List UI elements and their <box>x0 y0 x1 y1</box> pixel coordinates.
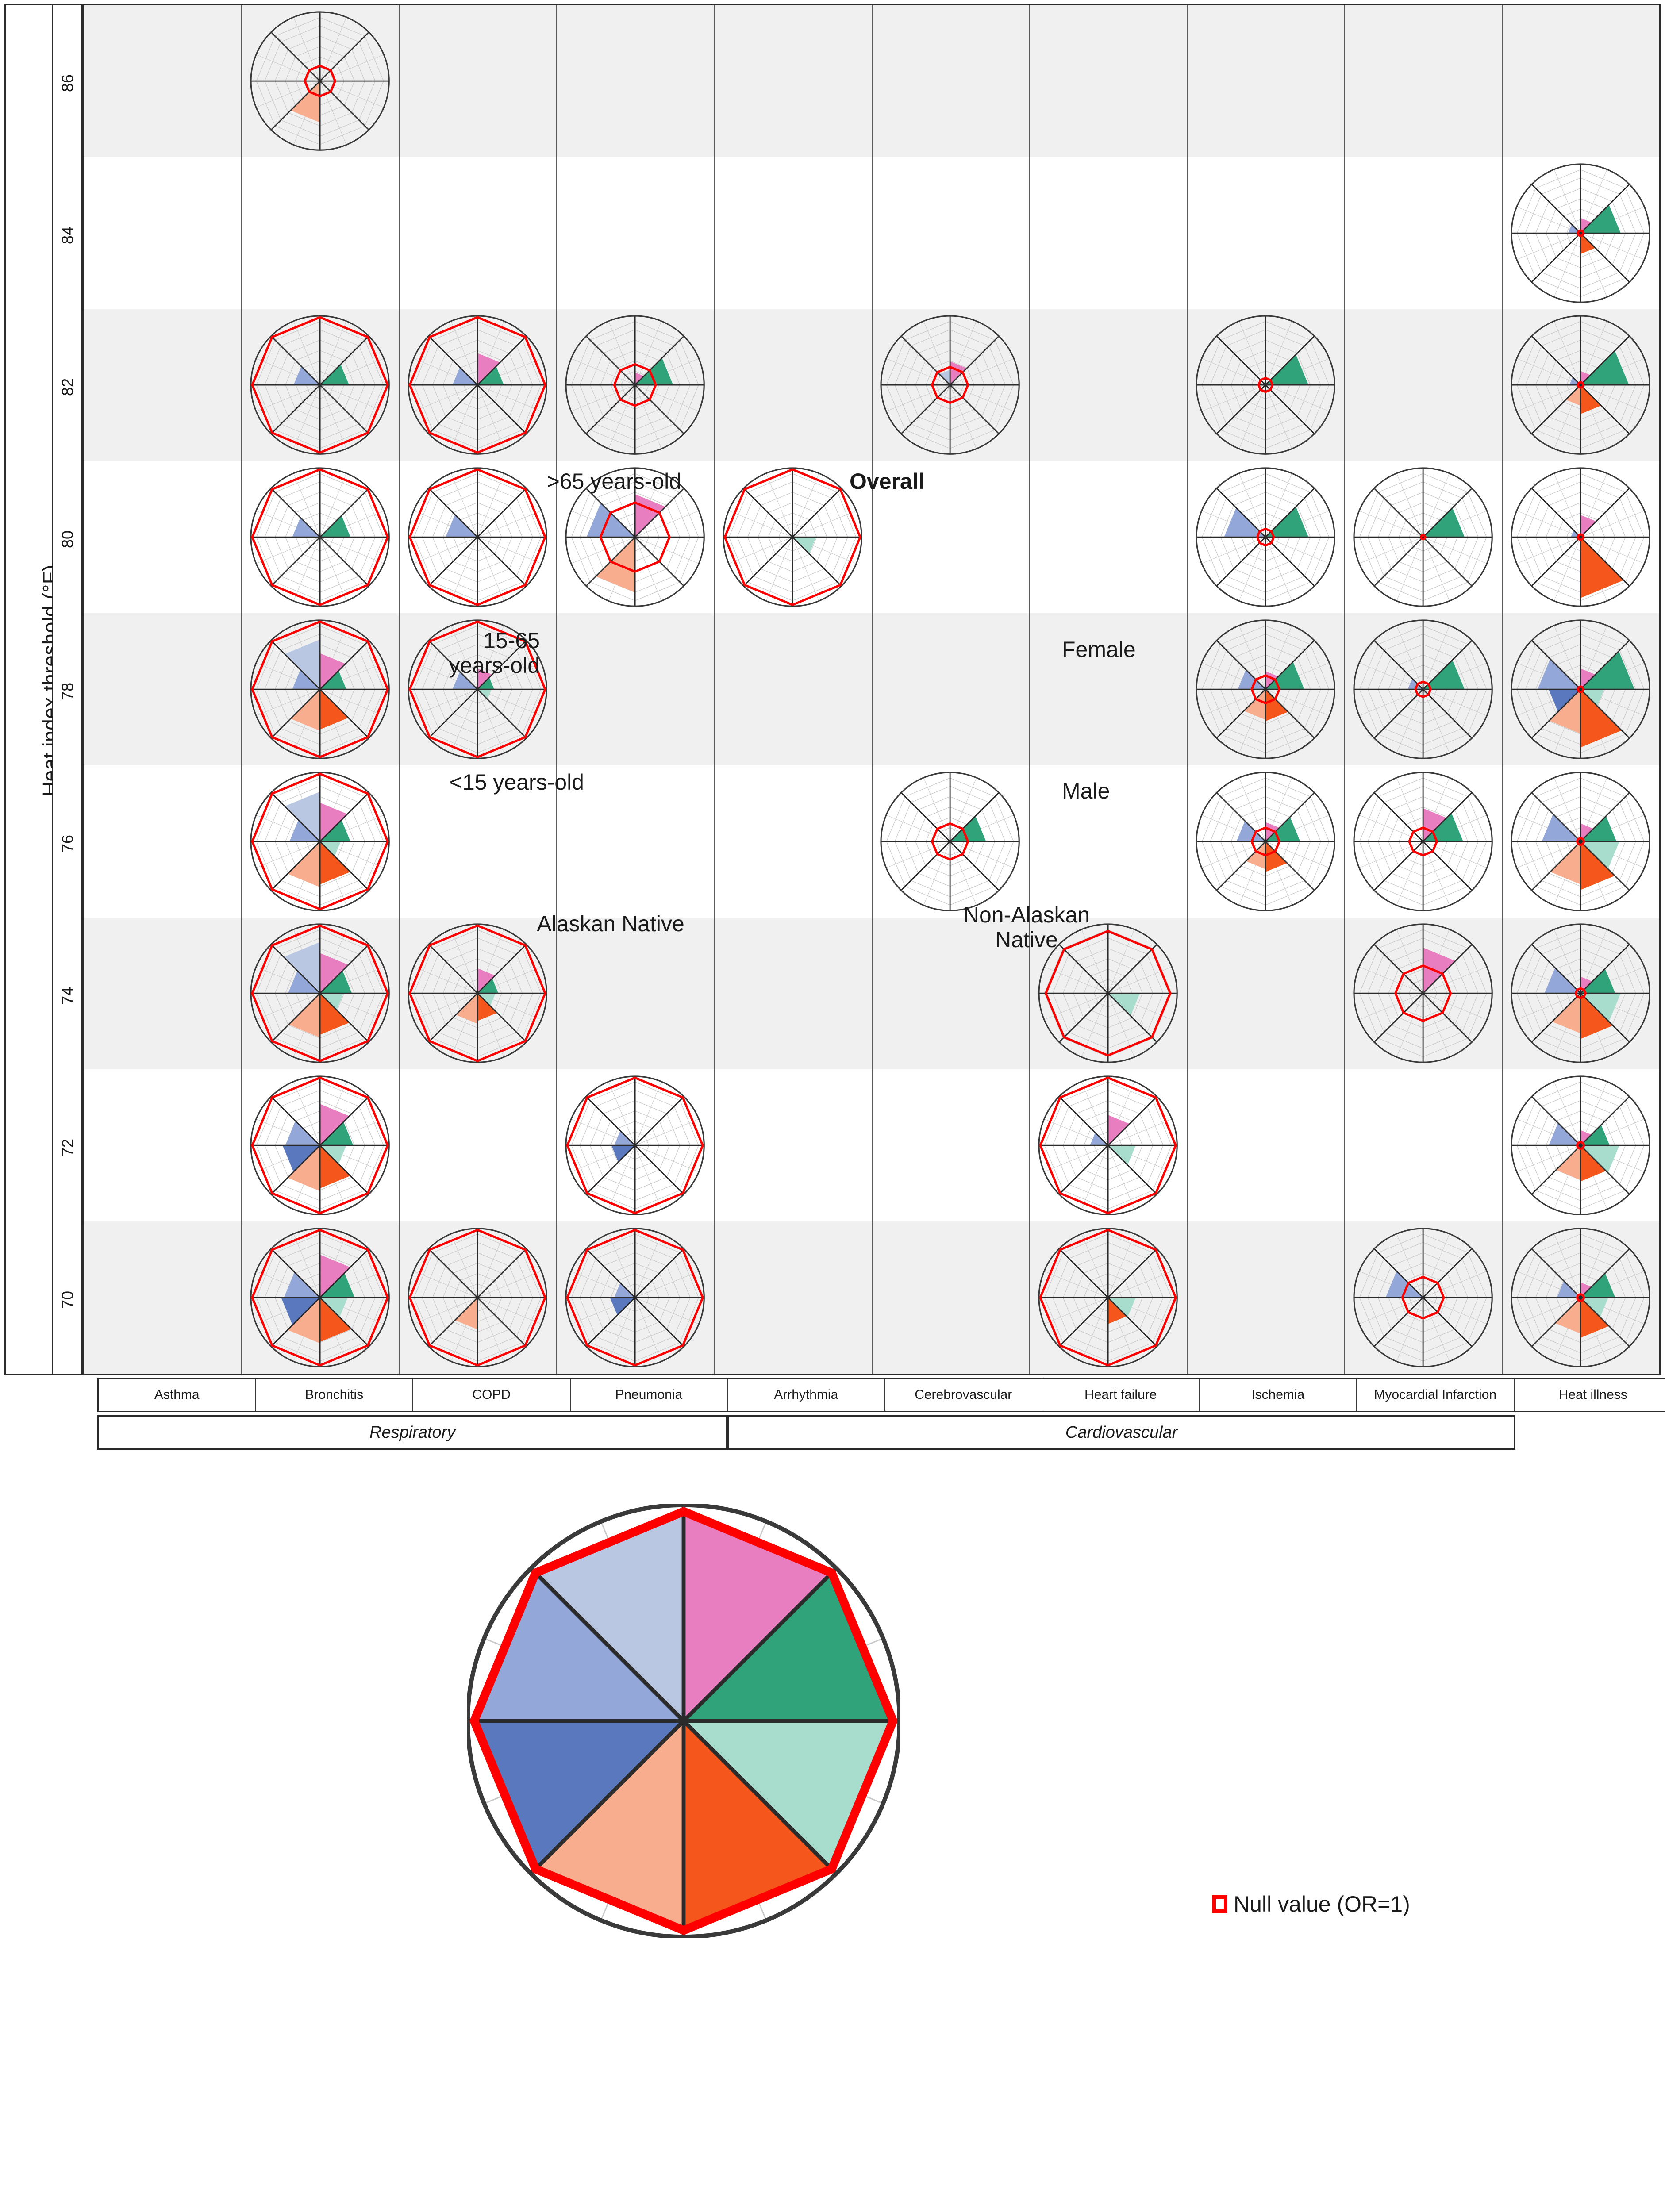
rose-plot-heat-illness-80 <box>1511 467 1650 607</box>
legend-label-alaskan-native: Alaskan Native <box>537 911 684 936</box>
rose-plot-bronchitis-72 <box>250 1075 390 1216</box>
column-header-arrhythmia: Arrhythmia <box>728 1379 885 1411</box>
rose-plot-copd-82 <box>408 315 547 455</box>
column-group-row: Respiratory Cardiovascular <box>97 1415 1665 1450</box>
column-separator <box>871 5 873 1374</box>
rose-plot-bronchitis-80 <box>250 467 390 607</box>
column-separator <box>241 5 242 1374</box>
y-axis-tick-86: 86 <box>58 74 77 92</box>
rose-plot-pneumonia-72 <box>565 1075 705 1216</box>
y-axis-tick-column: 86 84 82 80 78 76 74 72 70 <box>53 4 82 1375</box>
rose-plot-copd-70 <box>408 1228 547 1367</box>
y-axis-tick-82: 82 <box>58 378 77 396</box>
rose-plot-myocardial-infarction-76 <box>1353 772 1493 911</box>
column-separator <box>1186 5 1188 1374</box>
rose-plot-ischemia-82 <box>1196 315 1335 455</box>
column-separator <box>1344 5 1345 1374</box>
rose-plot-bronchitis-82 <box>250 315 390 455</box>
y-axis-title-box: Heat index threshold (°F) <box>4 4 62 1375</box>
legend-label-under-15-years-old: <15 years-old <box>449 770 584 795</box>
column-header-heart-failure: Heart failure <box>1042 1379 1200 1411</box>
rose-plot-heat-illness-78 <box>1511 619 1650 759</box>
rose-plot-heat-illness-72 <box>1511 1075 1650 1216</box>
column-header-asthma: Asthma <box>99 1379 256 1411</box>
column-header-copd: COPD <box>413 1379 571 1411</box>
column-group-cardiovascular: Cardiovascular <box>727 1415 1515 1450</box>
column-header-pneumonia: Pneumonia <box>571 1379 728 1411</box>
column-separator <box>556 5 558 1374</box>
column-header-myocardial-infarction: Myocardial Infarction <box>1357 1379 1515 1411</box>
rose-plot-cerebrovascular-82 <box>880 315 1020 455</box>
rose-plot-heat-illness-76 <box>1511 772 1650 911</box>
legend-label-overall: Overall <box>850 469 925 494</box>
plot-area <box>82 4 1661 1375</box>
rose-plot-bronchitis-74 <box>250 923 390 1064</box>
column-header-ischemia: Ischemia <box>1200 1379 1357 1411</box>
rose-plot-heart-failure-72 <box>1038 1075 1178 1216</box>
rose-plot-heat-illness-70 <box>1511 1228 1650 1367</box>
null-value-swatch-icon <box>1212 1895 1227 1913</box>
legend-label-non-alaskan-native: Non-Alaskan Native <box>963 902 1090 952</box>
rose-plot-arrhythmia-80 <box>723 467 863 607</box>
rose-plot-matrix-panel: Heat index threshold (°F) 86 84 82 80 78 76 74… <box>0 0 1665 1482</box>
rose-plot-copd-74 <box>408 923 547 1064</box>
y-axis-tick-80: 80 <box>58 530 77 549</box>
y-axis-tick-84: 84 <box>58 226 77 244</box>
y-axis-tick-70: 70 <box>58 1291 77 1309</box>
column-header-cerebrovascular: Cerebrovascular <box>885 1379 1042 1411</box>
rose-plot-myocardial-infarction-74 <box>1353 923 1493 1064</box>
rose-plot-cerebrovascular-76 <box>880 772 1020 911</box>
y-axis-tick-78: 78 <box>58 682 77 701</box>
rose-plot-bronchitis-86 <box>250 11 390 151</box>
rose-plot-myocardial-infarction-70 <box>1353 1228 1493 1367</box>
rose-plot-bronchitis-70 <box>250 1228 390 1367</box>
legend-panel: Null value (OR=1) Overall Female Male Non-A… <box>0 469 1665 2212</box>
legend-label-male: Male <box>1062 779 1110 803</box>
null-value-label: Null value (OR=1) <box>1234 1892 1410 1916</box>
legend-rose-diagram <box>465 1503 902 1939</box>
rose-plot-myocardial-infarction-80 <box>1353 467 1493 607</box>
column-group-respiratory: Respiratory <box>97 1415 728 1450</box>
rose-plot-pneumonia-82 <box>565 315 705 455</box>
column-header-heat-illness: Heat illness <box>1558 1387 1627 1402</box>
column-header-bronchitis: Bronchitis <box>256 1379 413 1411</box>
rose-plot-pneumonia-70 <box>565 1228 705 1367</box>
rose-plot-heat-illness-82 <box>1511 315 1650 455</box>
legend-label-15-65-years-old: 15-65 years-old <box>449 628 540 678</box>
y-axis-tick-76: 76 <box>58 834 77 853</box>
rose-plot-heart-failure-70 <box>1038 1228 1178 1367</box>
column-separator <box>1029 5 1030 1374</box>
column-separator <box>399 5 400 1374</box>
rose-plot-heat-illness-74 <box>1511 923 1650 1064</box>
null-value-legend: Null value (OR=1) <box>1212 1891 1410 1917</box>
y-axis-tick-74: 74 <box>58 987 77 1005</box>
legend-label-over-65-years-old: >65 years-old <box>546 469 681 494</box>
y-axis-tick-72: 72 <box>58 1139 77 1157</box>
legend-label-female: Female <box>1062 637 1136 662</box>
column-separator <box>714 5 715 1374</box>
rose-plot-myocardial-infarction-78 <box>1353 619 1493 759</box>
column-header-row: Asthma Bronchitis COPD Pneumonia Arrhythmia C… <box>97 1378 1665 1412</box>
rose-plot-heat-illness-84 <box>1511 163 1650 303</box>
column-separator <box>1501 5 1503 1374</box>
rose-plot-ischemia-80 <box>1196 467 1335 607</box>
